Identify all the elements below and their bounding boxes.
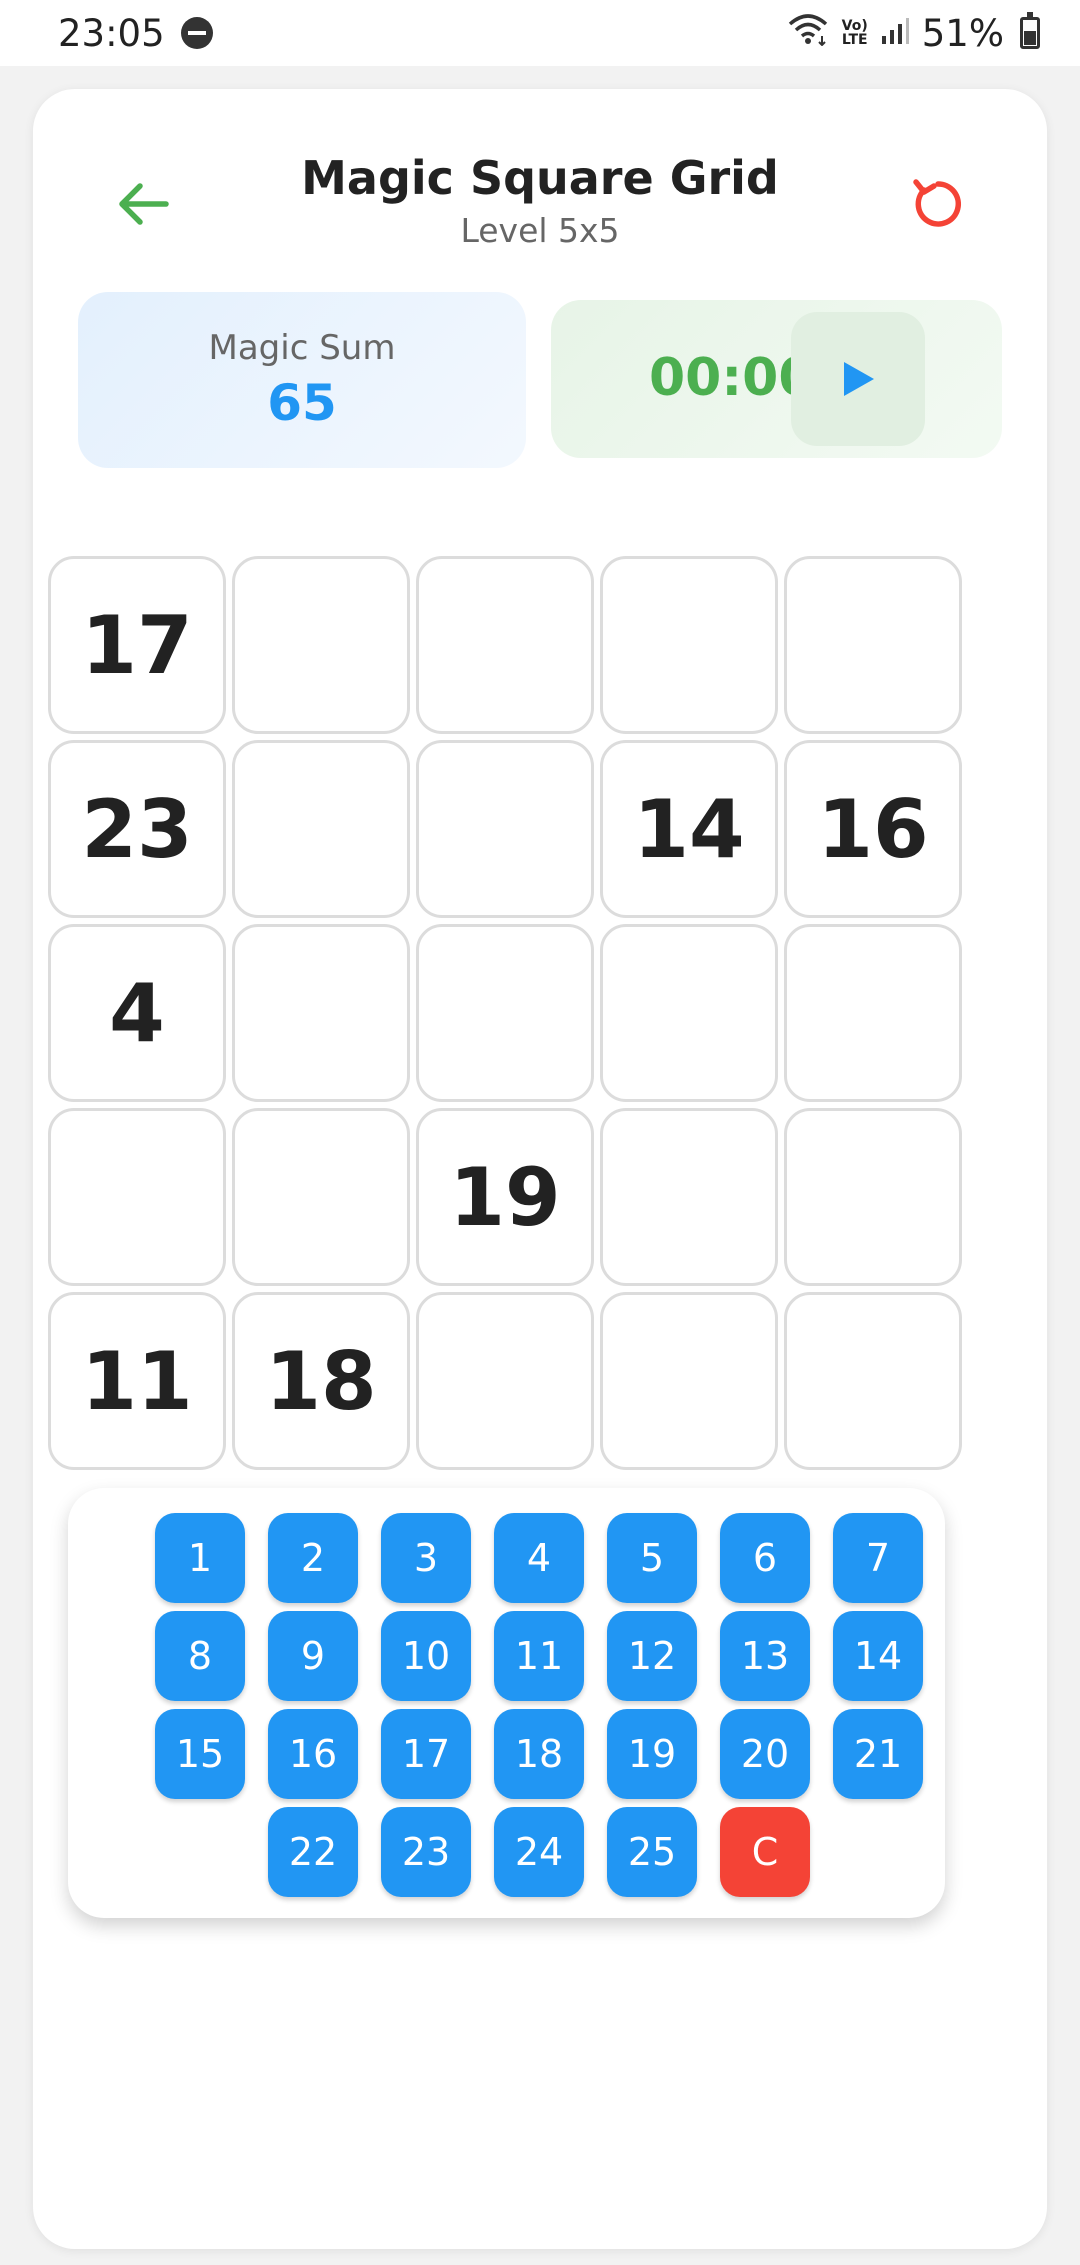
grid-cell[interactable]: 17	[48, 556, 226, 734]
keypad-key[interactable]: 24	[494, 1807, 584, 1897]
grid-cell[interactable]: 11	[48, 1292, 226, 1470]
volte-icon: Vo) LTE	[842, 19, 868, 47]
page-title: Magic Square Grid	[301, 151, 779, 205]
battery-percent: 51%	[921, 11, 1004, 55]
keypad-key[interactable]: 20	[720, 1709, 810, 1799]
grid-cell[interactable]	[784, 1292, 962, 1470]
keypad-key[interactable]: 18	[494, 1709, 584, 1799]
play-icon	[844, 362, 874, 396]
signal-icon	[880, 12, 910, 55]
magic-sum-panel: Magic Sum 65	[78, 292, 526, 468]
wifi-icon	[786, 12, 830, 55]
grid-cell[interactable]: 19	[416, 1108, 594, 1286]
keypad-key[interactable]: 23	[381, 1807, 471, 1897]
keypad-key[interactable]: 19	[607, 1709, 697, 1799]
keypad-key[interactable]: 7	[833, 1513, 923, 1603]
grid-cell[interactable]	[600, 1108, 778, 1286]
magic-square-grid: 17 23 14 16 4 19 11 18	[48, 556, 964, 1472]
grid-cell[interactable]: 23	[48, 740, 226, 918]
keypad-key[interactable]: 17	[381, 1709, 471, 1799]
status-bar: 23:05 Vo) LTE 51%	[0, 0, 1080, 66]
keypad-key[interactable]: 12	[607, 1611, 697, 1701]
keypad-key[interactable]: 21	[833, 1709, 923, 1799]
timer-panel: 00:00	[551, 300, 1002, 458]
keypad-key[interactable]: 14	[833, 1611, 923, 1701]
grid-cell[interactable]	[232, 924, 410, 1102]
keypad-key[interactable]: 5	[607, 1513, 697, 1603]
grid-cell[interactable]	[600, 1292, 778, 1470]
keypad-key[interactable]: 9	[268, 1611, 358, 1701]
keypad-key[interactable]: 10	[381, 1611, 471, 1701]
keypad-key[interactable]: 2	[268, 1513, 358, 1603]
keypad-key[interactable]: 22	[268, 1807, 358, 1897]
status-right: Vo) LTE 51%	[786, 12, 1040, 55]
grid-cell[interactable]	[232, 556, 410, 734]
keypad-key[interactable]: 4	[494, 1513, 584, 1603]
grid-cell[interactable]	[232, 1108, 410, 1286]
keypad-key[interactable]: 11	[494, 1611, 584, 1701]
grid-cell[interactable]: 18	[232, 1292, 410, 1470]
header: Magic Square Grid Level 5x5	[33, 89, 1047, 289]
grid-cell[interactable]	[784, 1108, 962, 1286]
grid-cell[interactable]	[784, 924, 962, 1102]
grid-cell[interactable]	[416, 556, 594, 734]
battery-icon	[1020, 12, 1040, 49]
status-time: 23:05	[58, 11, 165, 55]
keypad-key[interactable]: 15	[155, 1709, 245, 1799]
keypad-key[interactable]: 1	[155, 1513, 245, 1603]
keypad-key[interactable]: 6	[720, 1513, 810, 1603]
clear-key[interactable]: C	[720, 1807, 810, 1897]
level-subtitle: Level 5x5	[460, 211, 620, 250]
grid-cell[interactable]	[416, 1292, 594, 1470]
grid-cell[interactable]	[232, 740, 410, 918]
keypad-key[interactable]: 25	[607, 1807, 697, 1897]
keypad-key[interactable]: 16	[268, 1709, 358, 1799]
keypad-key[interactable]: 3	[381, 1513, 471, 1603]
reset-button[interactable]	[903, 171, 969, 237]
refresh-icon	[913, 179, 961, 227]
grid-cell[interactable]	[600, 924, 778, 1102]
keypad-key[interactable]: 8	[155, 1611, 245, 1701]
grid-cell[interactable]	[600, 556, 778, 734]
keypad-key[interactable]: 13	[720, 1611, 810, 1701]
timer-value: 00:00	[649, 348, 815, 408]
grid-cell[interactable]: 4	[48, 924, 226, 1102]
grid-cell[interactable]: 16	[784, 740, 962, 918]
do-not-disturb-icon	[180, 17, 213, 49]
magic-sum-value: 65	[267, 374, 337, 432]
play-button[interactable]	[791, 312, 925, 446]
magic-sum-label: Magic Sum	[208, 328, 396, 368]
volte-top-label: Vo)	[841, 18, 868, 34]
grid-cell[interactable]: 14	[600, 740, 778, 918]
grid-cell[interactable]	[48, 1108, 226, 1286]
number-keypad: 1 2 3 4 5 6 7 8 9 10 11 12 13 14 15 16 17 18 19 20 21 22 23 24 2…	[68, 1488, 945, 1918]
grid-cell[interactable]	[416, 924, 594, 1102]
grid-cell[interactable]	[416, 740, 594, 918]
grid-cell[interactable]	[784, 556, 962, 734]
volte-bottom-label: LTE	[841, 32, 868, 48]
status-left: 23:05	[58, 12, 213, 55]
